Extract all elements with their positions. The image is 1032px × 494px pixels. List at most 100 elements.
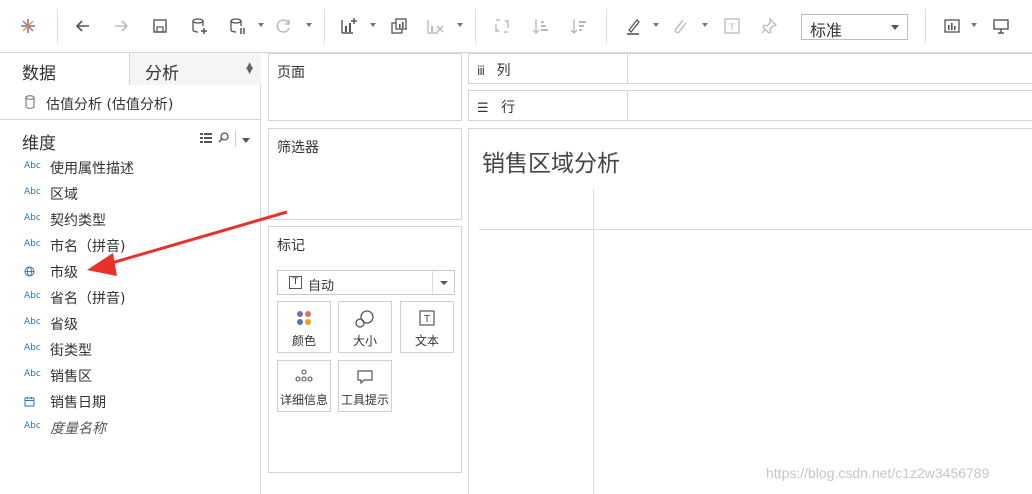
save-icon[interactable]	[148, 14, 172, 38]
svg-text:T: T	[423, 314, 431, 325]
columns-shelf-label-area: iii 列	[469, 54, 628, 83]
dimensions-tools	[200, 131, 250, 147]
filters-shelf[interactable]: 筛选器	[268, 128, 462, 220]
dimension-field[interactable]: 市级	[0, 259, 261, 285]
dimension-field-name: 省名（拼音)	[50, 291, 126, 307]
dimension-field-name: 度量名称	[50, 421, 106, 437]
dimension-field[interactable]: Abc 销售区	[0, 363, 261, 389]
tab-data-label: 数据	[22, 64, 56, 84]
size-button-label: 大小	[352, 334, 377, 348]
pages-shelf[interactable]: 页面	[268, 53, 462, 121]
grid-line-horizontal	[479, 229, 1032, 230]
refresh-icon[interactable]	[272, 14, 296, 38]
data-pane: 数据 分析 ▲ ▼ 估值分析 (估值分析) 维度 Abc 使用属性描述 Abc 区域 Ab…	[0, 53, 261, 494]
duplicate-sheet-icon[interactable]	[387, 14, 411, 38]
marks-card-title: 标记	[277, 238, 305, 254]
chevron-down-icon	[891, 25, 899, 30]
rows-shelf-label: 行	[501, 100, 516, 116]
tooltip-button[interactable]: 工具提示	[338, 360, 392, 412]
dimensions-menu-caret[interactable]	[242, 131, 250, 147]
show-cards-caret[interactable]	[971, 23, 977, 27]
calendar-icon	[24, 396, 35, 410]
datasource-item[interactable]: 估值分析 (估值分析)	[0, 86, 261, 120]
dimension-field[interactable]: Abc 度量名称	[0, 415, 261, 441]
mark-type-select[interactable]: T 自动	[277, 270, 455, 295]
dimension-field[interactable]: Abc 省名（拼音)	[0, 285, 261, 311]
refresh-caret[interactable]	[306, 23, 312, 27]
swap-rows-columns-icon[interactable]	[490, 14, 514, 38]
columns-icon: iii	[477, 64, 485, 78]
new-worksheet-caret[interactable]	[370, 23, 376, 27]
text-icon: T	[401, 309, 453, 327]
tab-analysis[interactable]: 分析 ▲ ▼	[129, 53, 261, 85]
dimension-field-name: 销售区	[50, 369, 92, 385]
show-cards-icon[interactable]	[940, 14, 964, 38]
color-icon	[278, 309, 330, 327]
data-pane-tabs: 数据 分析 ▲ ▼	[0, 53, 261, 85]
clear-sheet-icon[interactable]	[423, 14, 447, 38]
pin-axes-icon[interactable]	[757, 14, 781, 38]
highlight-caret[interactable]	[653, 23, 659, 27]
string-type-icon: Abc	[24, 317, 41, 327]
size-button[interactable]: 大小	[338, 301, 392, 353]
dimension-field[interactable]: Abc 契约类型	[0, 207, 261, 233]
clear-sheet-caret[interactable]	[457, 23, 463, 27]
dimension-field[interactable]: Abc 市名（拼音)	[0, 233, 261, 259]
group-members-caret[interactable]	[702, 23, 708, 27]
color-button-label: 颜色	[291, 334, 316, 348]
string-type-icon: Abc	[24, 213, 41, 223]
dimensions-header: 维度	[22, 134, 56, 154]
text-mark-icon: T	[289, 276, 302, 289]
detail-button[interactable]: 详细信息	[277, 360, 331, 412]
sort-ascending-icon[interactable]	[529, 14, 553, 38]
datasource-name: 估值分析 (估值分析)	[46, 97, 174, 113]
string-type-icon: Abc	[24, 421, 41, 431]
show-mark-labels-icon[interactable]: T	[720, 14, 744, 38]
string-type-icon: Abc	[24, 239, 41, 249]
tab-data[interactable]: 数据	[0, 53, 129, 85]
dimension-field-name: 市名（拼音)	[50, 239, 126, 255]
sort-descending-icon[interactable]	[567, 14, 591, 38]
new-datasource-icon[interactable]	[187, 14, 211, 38]
dimension-field[interactable]: Abc 区域	[0, 181, 261, 207]
up-down-arrows-icon[interactable]: ▲ ▼	[246, 62, 253, 76]
search-icon[interactable]	[218, 131, 229, 147]
string-type-icon: Abc	[24, 187, 41, 197]
dimension-field[interactable]: Abc 省级	[0, 311, 261, 337]
dimension-field[interactable]: Abc 街类型	[0, 337, 261, 363]
new-worksheet-icon[interactable]	[337, 14, 361, 38]
dimension-field-name: 销售日期	[50, 395, 106, 411]
globe-icon	[24, 266, 35, 280]
columns-shelf-label: 列	[496, 63, 511, 79]
dimension-field-name: 契约类型	[50, 213, 106, 229]
dimension-field-name: 区域	[50, 187, 78, 203]
filters-shelf-title: 筛选器	[277, 140, 319, 156]
tableau-logo-icon[interactable]	[16, 14, 40, 38]
pause-data-icon[interactable]	[225, 14, 249, 38]
view-canvas[interactable]: 销售区域分析 https://blog.csdn.net/c1z2w345678…	[468, 128, 1032, 494]
tooltip-button-label: 工具提示	[340, 393, 389, 407]
detail-button-label: 详细信息	[279, 393, 328, 407]
dimension-field-name: 市级	[50, 265, 78, 281]
tab-analysis-label: 分析	[145, 64, 179, 84]
columns-shelf[interactable]: iii 列	[468, 53, 1032, 84]
rows-shelf[interactable]: ☰ 行	[468, 90, 1032, 121]
undo-icon[interactable]	[71, 14, 95, 38]
dimension-field[interactable]: 销售日期	[0, 389, 261, 415]
chevron-down-icon	[432, 271, 454, 294]
view-list-icon[interactable]	[200, 131, 212, 147]
pause-data-caret[interactable]	[258, 23, 264, 27]
sheet-title[interactable]: 销售区域分析	[482, 144, 620, 178]
string-type-icon: Abc	[24, 369, 41, 379]
color-button[interactable]: 颜色	[277, 301, 331, 353]
group-members-icon[interactable]	[668, 14, 692, 38]
text-button[interactable]: T 文本	[400, 301, 454, 353]
view-size-value: 标准	[810, 21, 843, 40]
dimension-field[interactable]: Abc 使用属性描述	[0, 155, 261, 181]
highlight-icon[interactable]	[621, 14, 645, 38]
text-button-label: 文本	[414, 334, 439, 348]
string-type-icon: Abc	[24, 343, 41, 353]
redo-icon[interactable]	[109, 14, 133, 38]
view-size-select[interactable]: 标准	[801, 14, 908, 40]
presentation-mode-icon[interactable]	[989, 14, 1013, 38]
